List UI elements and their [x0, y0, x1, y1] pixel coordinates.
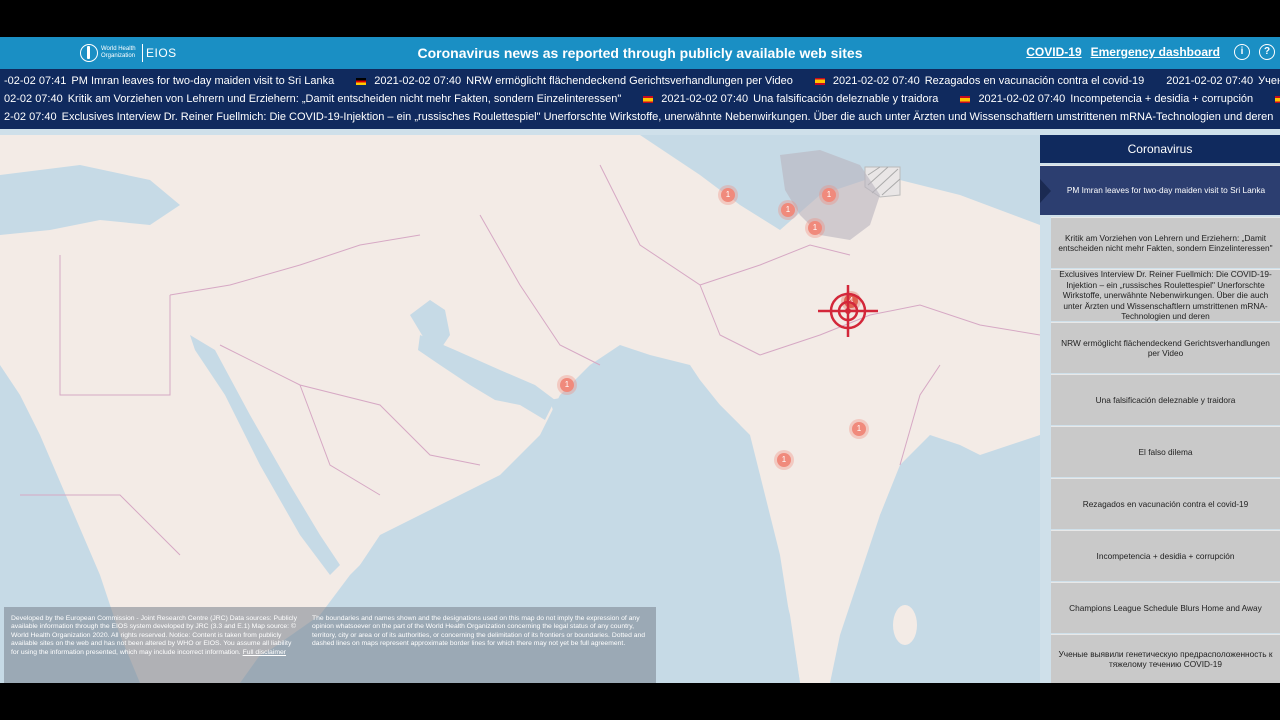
- article-item[interactable]: El falso dilema: [1051, 426, 1280, 477]
- ticker-date: 2021-02-02 07:40: [978, 93, 1066, 105]
- ticker-date: 2-02 07:40: [4, 111, 57, 123]
- news-ticker: -02-02 07:41 PM Imran leaves for two-day…: [0, 69, 1280, 129]
- crosshair-target-icon: [818, 285, 878, 337]
- ticker-date: 02-02 07:40: [4, 93, 63, 105]
- ticker-text: Учен: [1258, 75, 1280, 87]
- spain-flag-icon: [960, 95, 971, 103]
- basemap: [0, 135, 1040, 683]
- ticker-text: PM Imran leaves for two-day maiden visit…: [71, 75, 335, 87]
- full-disclaimer-link[interactable]: Full disclaimer: [243, 649, 286, 656]
- header-links: COVID-19 Emergency dashboard: [1026, 45, 1220, 59]
- article-panel: Coronavirus PM Imran leaves for two-day …: [1040, 135, 1280, 683]
- ticker-date: 2021-02-02 07:40: [661, 93, 749, 105]
- disclaimer-boundaries: The boundaries and names shown and the d…: [312, 615, 646, 648]
- article-item[interactable]: Una falsificación deleznable y traidora: [1051, 374, 1280, 425]
- article-item[interactable]: Kritik am Vorziehen von Lehrern und Erzi…: [1051, 217, 1280, 268]
- article-item[interactable]: Rezagados en vacunación contra el covid-…: [1051, 478, 1280, 529]
- ticker-text: Incompetencia + desidia + corrupción: [1070, 93, 1254, 105]
- news-cluster-marker[interactable]: 1: [721, 188, 735, 202]
- ticker-line-3: 2-02 07:40 Exclusives Interview Dr. Rein…: [4, 108, 1280, 126]
- ticker-line-1: -02-02 07:41 PM Imran leaves for two-day…: [4, 72, 1280, 90]
- news-cluster-marker[interactable]: 1: [560, 378, 574, 392]
- news-map[interactable]: 1 1 1 1 4 1 1 1 Developed by the Europea…: [0, 135, 1040, 683]
- ticker-text: NRW ermöglicht flächendeckend Gerichtsve…: [466, 75, 793, 87]
- ticker-item[interactable]: 2021-02-02 07:40 NRW ermöglicht flächend…: [356, 75, 793, 87]
- news-cluster-marker[interactable]: 1: [777, 453, 791, 467]
- news-cluster-marker[interactable]: 1: [852, 422, 866, 436]
- ticker-date: 2021-02-02 07:40: [374, 75, 462, 87]
- ticker-date: -02-02 07:41: [4, 75, 67, 87]
- ticker-line-2: 02-02 07:40 Kritik am Vorziehen von Lehr…: [4, 90, 1280, 108]
- spain-flag-icon: [643, 95, 654, 103]
- ticker-text: Exclusives Interview Dr. Reiner Fuellmic…: [61, 111, 1274, 123]
- spain-flag-icon: [814, 77, 825, 85]
- ticker-item[interactable]: 2021-02-02 07:40 Rezagados en vacunación…: [814, 75, 1145, 87]
- article-item[interactable]: Incompetencia + desidia + corrupción: [1051, 530, 1280, 581]
- help-icon[interactable]: ?: [1259, 44, 1275, 60]
- germany-flag-icon: [356, 77, 367, 85]
- news-cluster-marker[interactable]: 1: [822, 188, 836, 202]
- header-bar: World Health Organization EIOS Coronavir…: [0, 37, 1280, 69]
- article-item[interactable]: NRW ermöglicht flächendeckend Gerichtsve…: [1051, 322, 1280, 373]
- ticker-text: Una falsificación deleznable y traidora: [753, 93, 939, 105]
- article-item-active[interactable]: PM Imran leaves for two-day maiden visit…: [1040, 165, 1280, 215]
- dashboard-frame: World Health Organization EIOS Coronavir…: [0, 37, 1280, 683]
- covid19-link[interactable]: COVID-19: [1026, 45, 1081, 59]
- ticker-item[interactable]: -02-02 07:41 PM Imran leaves for two-day…: [4, 75, 334, 87]
- news-cluster-marker[interactable]: 1: [808, 221, 822, 235]
- ticker-item[interactable]: 2021-02-02 07:40 Incompetencia + desidia…: [960, 93, 1253, 105]
- article-item[interactable]: Ученые выявили генетическую предрасполож…: [1051, 634, 1280, 683]
- ticker-date: 2021-02-02 07:40: [1166, 75, 1254, 87]
- article-item[interactable]: Champions League Schedule Blurs Home and…: [1051, 582, 1280, 633]
- info-icon[interactable]: i: [1234, 44, 1250, 60]
- article-item[interactable]: Exclusives Interview Dr. Reiner Fuellmic…: [1051, 269, 1280, 321]
- emergency-dashboard-link[interactable]: Emergency dashboard: [1091, 45, 1220, 59]
- spain-flag-icon: [1275, 95, 1280, 103]
- news-cluster-marker[interactable]: 1: [781, 203, 795, 217]
- ticker-date: 2021-02-02 07:40: [832, 75, 920, 87]
- ticker-item[interactable]: 2021-02-02 07:40 Учен: [1166, 75, 1280, 87]
- map-disclaimer: Developed by the European Commission - J…: [4, 607, 656, 683]
- ticker-item[interactable]: 02-02 07:40 Kritik am Vorziehen von Lehr…: [4, 93, 621, 105]
- ticker-text: Rezagados en vacunación contra el covid-…: [924, 75, 1145, 87]
- panel-title: Coronavirus: [1040, 135, 1280, 163]
- ticker-item[interactable]: 2-02 07:40 Exclusives Interview Dr. Rein…: [4, 111, 1273, 123]
- ticker-item[interactable]: 20: [1275, 93, 1280, 105]
- ticker-item[interactable]: 2021-02-02 07:40 Una falsificación delez…: [643, 93, 938, 105]
- ticker-text: Kritik am Vorziehen von Lehrern und Erzi…: [67, 93, 622, 105]
- disclaimer-sources: Developed by the European Commission - J…: [11, 615, 301, 657]
